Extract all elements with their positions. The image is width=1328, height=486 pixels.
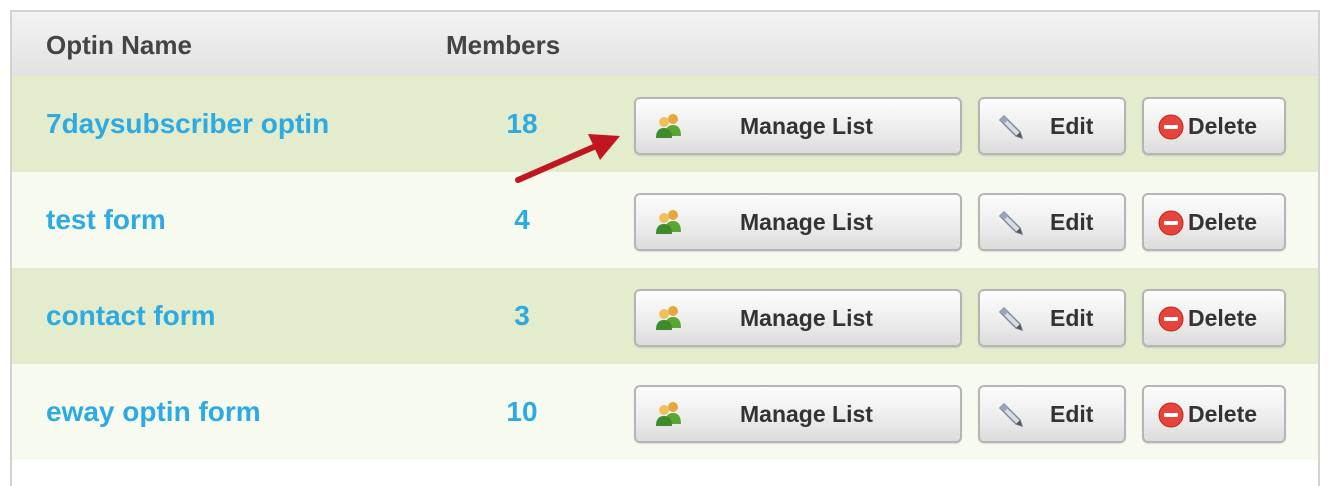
manage-list-button[interactable]: Manage List xyxy=(634,289,962,347)
edit-label: Edit xyxy=(1050,208,1094,235)
delete-button[interactable]: Delete xyxy=(1142,193,1286,251)
table-header: Optin Name Members xyxy=(12,12,1318,77)
optin-name-link[interactable]: 7daysubscriber optin xyxy=(46,76,329,172)
users-icon xyxy=(656,306,681,330)
members-count: 10 xyxy=(506,396,538,427)
delete-button[interactable]: Delete xyxy=(1142,385,1286,443)
manage-list-label: Manage List xyxy=(740,304,873,331)
table-row: eway optin form 10 Manage List Edit Dele… xyxy=(12,364,1318,460)
table-row: test form 4 Manage List Edit Delete xyxy=(12,172,1318,268)
delete-label: Delete xyxy=(1188,208,1258,235)
pencil-icon xyxy=(998,306,1024,332)
delete-icon xyxy=(1158,114,1184,140)
delete-label: Delete xyxy=(1188,400,1258,427)
edit-label: Edit xyxy=(1050,400,1094,427)
table-row: contact form 3 Manage List Edit Delete xyxy=(12,268,1318,364)
manage-list-button[interactable]: Manage List xyxy=(634,385,962,443)
edit-button[interactable]: Edit xyxy=(978,97,1126,155)
header-optin-name: Optin Name xyxy=(46,30,192,60)
delete-button[interactable]: Delete xyxy=(1142,97,1286,155)
header-members: Members xyxy=(446,30,561,60)
pencil-icon xyxy=(998,114,1024,140)
manage-list-label: Manage List xyxy=(740,208,873,235)
edit-button[interactable]: Edit xyxy=(978,385,1126,443)
members-count: 3 xyxy=(514,300,530,331)
users-icon xyxy=(656,402,681,426)
delete-icon xyxy=(1158,210,1184,236)
optin-table: Optin Name Members 7daysubscriber optin … xyxy=(10,10,1320,486)
users-icon xyxy=(656,210,681,234)
manage-list-button[interactable]: Manage List xyxy=(634,193,962,251)
table-row: 7daysubscriber optin 18 Manage List Edit xyxy=(12,76,1318,172)
delete-icon xyxy=(1158,402,1184,428)
manage-list-button[interactable]: Manage List xyxy=(634,97,962,155)
manage-list-label: Manage List xyxy=(740,400,873,427)
edit-button[interactable]: Edit xyxy=(978,193,1126,251)
pencil-icon xyxy=(998,210,1024,236)
delete-label: Delete xyxy=(1188,304,1258,331)
pencil-icon xyxy=(998,402,1024,428)
edit-label: Edit xyxy=(1050,304,1094,331)
annotation-arrow-icon xyxy=(515,134,620,183)
delete-button[interactable]: Delete xyxy=(1142,289,1286,347)
optin-name-link[interactable]: eway optin form xyxy=(46,364,261,460)
delete-icon xyxy=(1158,306,1184,332)
edit-button[interactable]: Edit xyxy=(978,289,1126,347)
users-icon xyxy=(656,114,681,138)
optin-name-link[interactable]: contact form xyxy=(46,268,216,364)
edit-label: Edit xyxy=(1050,112,1094,139)
optin-name-link[interactable]: test form xyxy=(46,172,166,268)
manage-list-label: Manage List xyxy=(740,112,873,139)
delete-label: Delete xyxy=(1188,112,1258,139)
